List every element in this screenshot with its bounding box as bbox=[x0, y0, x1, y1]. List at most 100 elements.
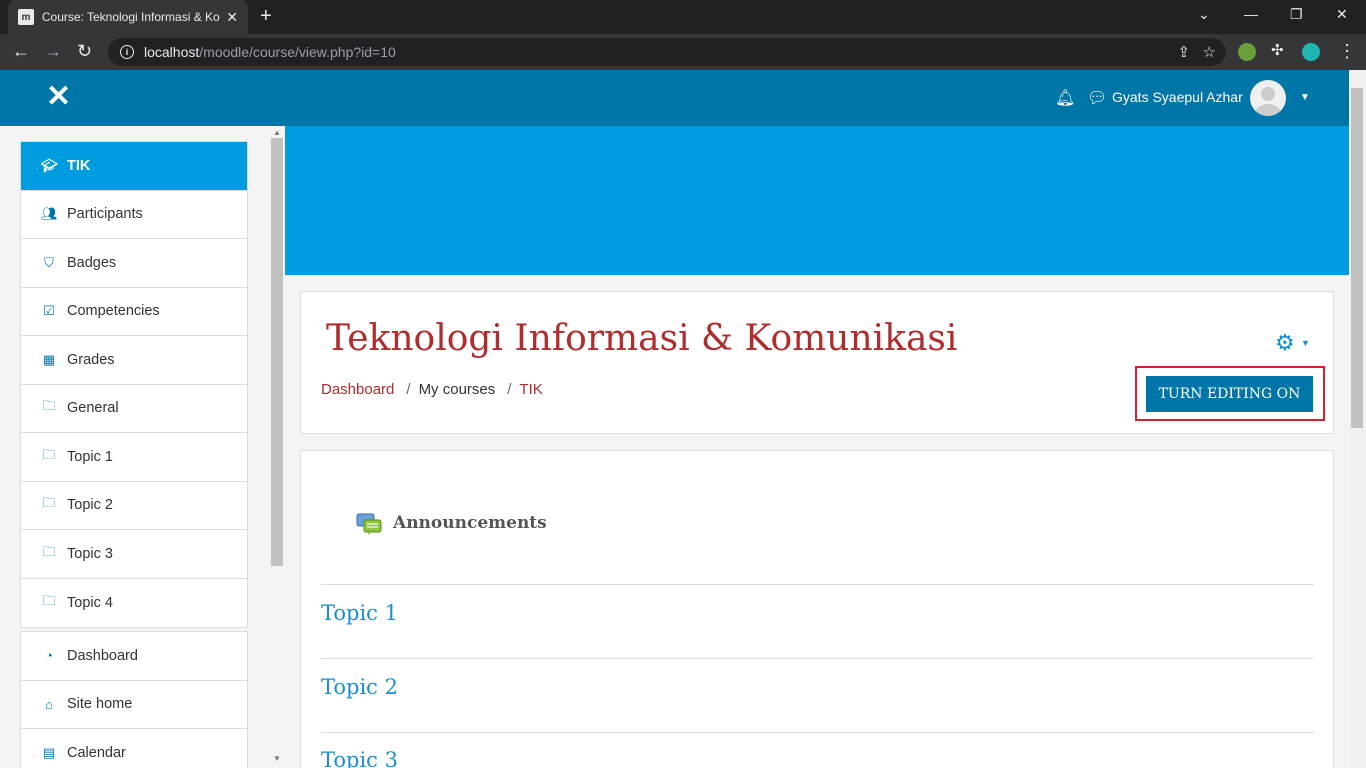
sidebar-scroll-thumb[interactable] bbox=[271, 138, 283, 566]
check-square-icon: ☑ bbox=[43, 303, 55, 319]
graduation-cap-icon: 🎓︎ bbox=[41, 157, 58, 173]
new-tab-icon[interactable]: + bbox=[260, 6, 272, 26]
address-bar[interactable]: i localhost/moodle/course/view.php?id=10… bbox=[108, 38, 1226, 66]
section-divider bbox=[321, 584, 1314, 585]
folder-icon: 🗀 bbox=[42, 495, 56, 511]
breadcrumb-separator: / bbox=[406, 381, 411, 398]
scroll-up-icon[interactable]: ▲ bbox=[273, 128, 281, 137]
scroll-down-icon[interactable]: ▼ bbox=[273, 754, 281, 763]
sidebar-item-label: Calendar bbox=[67, 745, 126, 762]
breadcrumb: Dashboard / My courses / TIK bbox=[321, 381, 543, 398]
sidebar-item-dashboard[interactable]: ◔ Dashboard bbox=[21, 632, 247, 681]
sidebar-item-topic-4[interactable]: 🗀 Topic 4 bbox=[21, 579, 247, 628]
avatar[interactable] bbox=[1250, 80, 1286, 116]
course-nav-group: 🎓︎ TIK 👥︎ Participants ⛉ Badges ☑ Compet… bbox=[20, 141, 248, 628]
share-icon[interactable]: ⇪ bbox=[1177, 44, 1190, 61]
course-content: Announcements Topic 1 Topic 2 Topic 3 bbox=[300, 450, 1334, 768]
user-menu-caret-icon[interactable]: ▼ bbox=[1300, 92, 1310, 103]
sidebar-item-label: Topic 2 bbox=[67, 497, 113, 514]
sidebar-item-topic-2[interactable]: 🗀 Topic 2 bbox=[21, 482, 247, 530]
extensions-puzzle-icon[interactable]: ✣ bbox=[1271, 41, 1284, 61]
sidebar-item-label: General bbox=[67, 400, 119, 417]
back-icon[interactable]: ← bbox=[12, 41, 30, 61]
chat-icon[interactable]: 💬︎ bbox=[1087, 88, 1107, 108]
sidebar-item-label: TIK bbox=[67, 157, 91, 174]
page-scrollbar[interactable] bbox=[1349, 70, 1366, 768]
window-close-icon[interactable]: ✕ bbox=[1336, 6, 1348, 23]
url-host: localhost bbox=[144, 44, 200, 60]
page-scroll-thumb[interactable] bbox=[1351, 88, 1363, 428]
shield-icon: ⛉ bbox=[44, 254, 54, 270]
gear-icon[interactable]: ⚙ bbox=[1275, 330, 1295, 356]
chevron-down-icon[interactable]: ▼ bbox=[1301, 338, 1310, 348]
minimize-icon[interactable]: — bbox=[1244, 6, 1258, 22]
close-tab-icon[interactable]: ✕ bbox=[226, 9, 238, 26]
breadcrumb-tik[interactable]: TIK bbox=[519, 381, 542, 398]
section-divider bbox=[321, 732, 1314, 733]
sidebar-item-label: Topic 3 bbox=[67, 545, 113, 562]
tab-search-icon[interactable]: ⌄ bbox=[1198, 6, 1210, 23]
browser-tabbar: m Course: Teknologi Informasi & Komunika… bbox=[0, 0, 1366, 34]
sidebar-item-grades[interactable]: ▦ Grades bbox=[21, 336, 247, 385]
close-drawer-icon[interactable]: ✕ bbox=[46, 82, 71, 112]
moodle-favicon-icon: m bbox=[18, 9, 34, 25]
users-icon: 👥︎ bbox=[41, 206, 58, 222]
sidebar-item-label: Site home bbox=[67, 696, 133, 713]
restore-icon[interactable]: ❐ bbox=[1290, 6, 1303, 23]
folder-icon: 🗀 bbox=[42, 398, 56, 414]
folder-icon: 🗀 bbox=[42, 446, 56, 462]
site-info-icon[interactable]: i bbox=[120, 45, 134, 59]
page-title: Teknologi Informasi & Komunikasi bbox=[326, 318, 958, 359]
announcements-link[interactable]: Announcements bbox=[393, 513, 547, 533]
section-title-topic-1[interactable]: Topic 1 bbox=[321, 601, 398, 625]
browser-menu-icon[interactable]: ⋮ bbox=[1338, 41, 1356, 61]
moodle-navbar: ✕ 🔔︎ 💬︎ Gyats Syaepul Azhar ▼ bbox=[0, 70, 1366, 126]
site-nav-group: ◔ Dashboard ⌂ Site home ▤ Calendar bbox=[20, 631, 248, 768]
browser-toolbar: ← → ↻ i localhost/moodle/course/view.php… bbox=[0, 34, 1366, 70]
nav-drawer: 🎓︎ TIK 👥︎ Participants ⛉ Badges ☑ Compet… bbox=[0, 126, 285, 768]
sidebar-item-label: Dashboard bbox=[67, 647, 138, 664]
sidebar-item-badges[interactable]: ⛉ Badges bbox=[21, 239, 247, 288]
folder-icon: 🗀 bbox=[42, 543, 56, 559]
breadcrumb-my-courses: My courses bbox=[418, 381, 496, 398]
share-bookmark-icons[interactable]: ⇪ ☆ bbox=[1177, 43, 1216, 61]
user-name[interactable]: Gyats Syaepul Azhar bbox=[1112, 89, 1243, 105]
bookmark-star-icon[interactable]: ☆ bbox=[1203, 44, 1216, 61]
sidebar-item-tik[interactable]: 🎓︎ TIK bbox=[21, 142, 247, 191]
sidebar-item-label: Competencies bbox=[67, 303, 160, 320]
course-header: Teknologi Informasi & Komunikasi Dashboa… bbox=[300, 291, 1334, 434]
sidebar-item-general[interactable]: 🗀 General bbox=[21, 385, 247, 433]
home-icon: ⌂ bbox=[45, 696, 53, 712]
sidebar-item-label: Badges bbox=[67, 254, 117, 271]
sidebar-item-topic-1[interactable]: 🗀 Topic 1 bbox=[21, 433, 247, 482]
sidebar-item-calendar[interactable]: ▤ Calendar bbox=[21, 729, 247, 768]
breadcrumb-dashboard[interactable]: Dashboard bbox=[321, 381, 394, 398]
forum-icon bbox=[356, 513, 382, 535]
browser-tab[interactable]: m Course: Teknologi Informasi & Komunika… bbox=[8, 0, 248, 34]
forward-icon[interactable]: → bbox=[44, 41, 62, 61]
bell-icon[interactable]: 🔔︎ bbox=[1055, 88, 1075, 108]
sidebar-scrollbar[interactable]: ▲ ▼ bbox=[270, 126, 284, 768]
extension-icon[interactable] bbox=[1238, 43, 1256, 61]
breadcrumb-separator: / bbox=[507, 381, 512, 398]
sidebar-item-label: Topic 1 bbox=[67, 448, 113, 465]
sidebar-item-label: Grades bbox=[67, 351, 115, 368]
sidebar-item-label: Participants bbox=[67, 206, 143, 223]
section-title-topic-2[interactable]: Topic 2 bbox=[321, 675, 398, 699]
sidebar-item-participants[interactable]: 👥︎ Participants bbox=[21, 191, 247, 239]
section-divider bbox=[321, 658, 1314, 659]
section-title-topic-3[interactable]: Topic 3 bbox=[321, 748, 398, 768]
folder-icon: 🗀 bbox=[42, 592, 56, 608]
table-icon: ▦ bbox=[42, 351, 56, 367]
sidebar-item-label: Topic 4 bbox=[67, 594, 113, 611]
tab-title: Course: Teknologi Informasi & Komunikasi bbox=[41, 10, 220, 24]
turn-editing-on-button[interactable]: TURN EDITING ON bbox=[1146, 376, 1313, 412]
sidebar-item-competencies[interactable]: ☑ Competencies bbox=[21, 288, 247, 336]
dashboard-icon: ◔ bbox=[45, 648, 53, 664]
url-path: /moodle/course/view.php?id=10 bbox=[199, 44, 396, 60]
reload-icon[interactable]: ↻ bbox=[77, 41, 92, 61]
course-banner bbox=[285, 126, 1349, 275]
sidebar-item-site-home[interactable]: ⌂ Site home bbox=[21, 681, 247, 729]
sidebar-item-topic-3[interactable]: 🗀 Topic 3 bbox=[21, 530, 247, 579]
profile-avatar-icon[interactable] bbox=[1302, 43, 1320, 61]
